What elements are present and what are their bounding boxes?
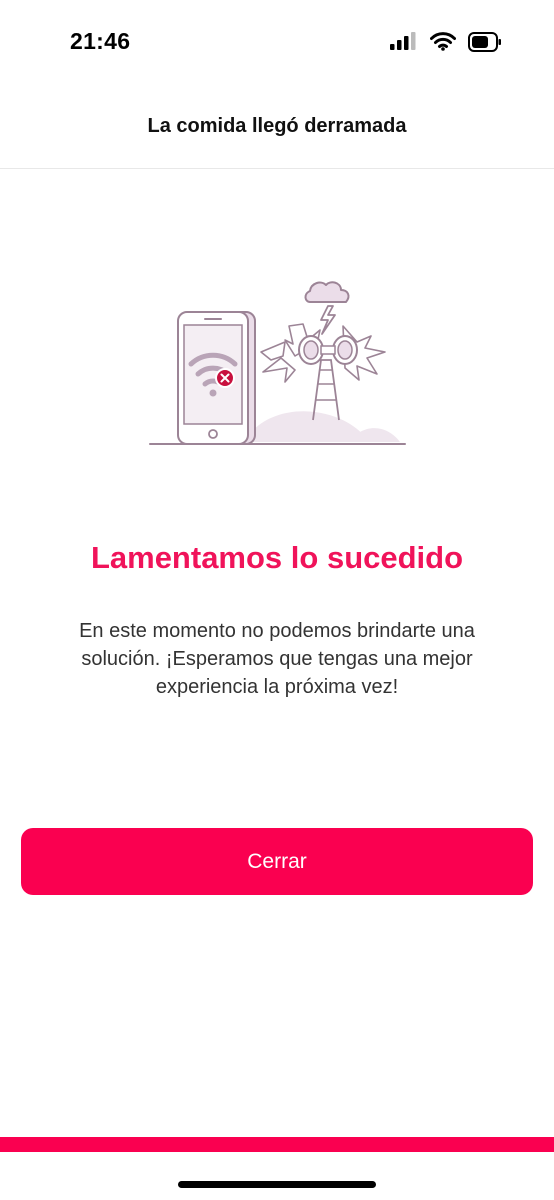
connection-error-illustration [149,281,406,445]
signal-icon [390,32,416,50]
page-title: La comida llegó derramada [147,115,407,137]
status-bar: 21:46 [0,0,554,84]
headline: Lamentamos lo sucedido [90,540,464,575]
status-icons [390,30,510,54]
antenna-tower-icon [260,323,386,421]
bottom-accent-bar [0,1137,554,1152]
cloud-lightning-icon [304,281,350,335]
close-button[interactable]: Cerrar [21,828,533,895]
wifi-icon [430,32,456,51]
message-text: En este momento no podemos brindarte una… [79,620,475,698]
nav-header: La comida llegó derramada [0,84,554,169]
home-indicator[interactable] [178,1181,376,1188]
status-time: 21:46 [70,28,131,54]
battery-icon [468,32,501,52]
